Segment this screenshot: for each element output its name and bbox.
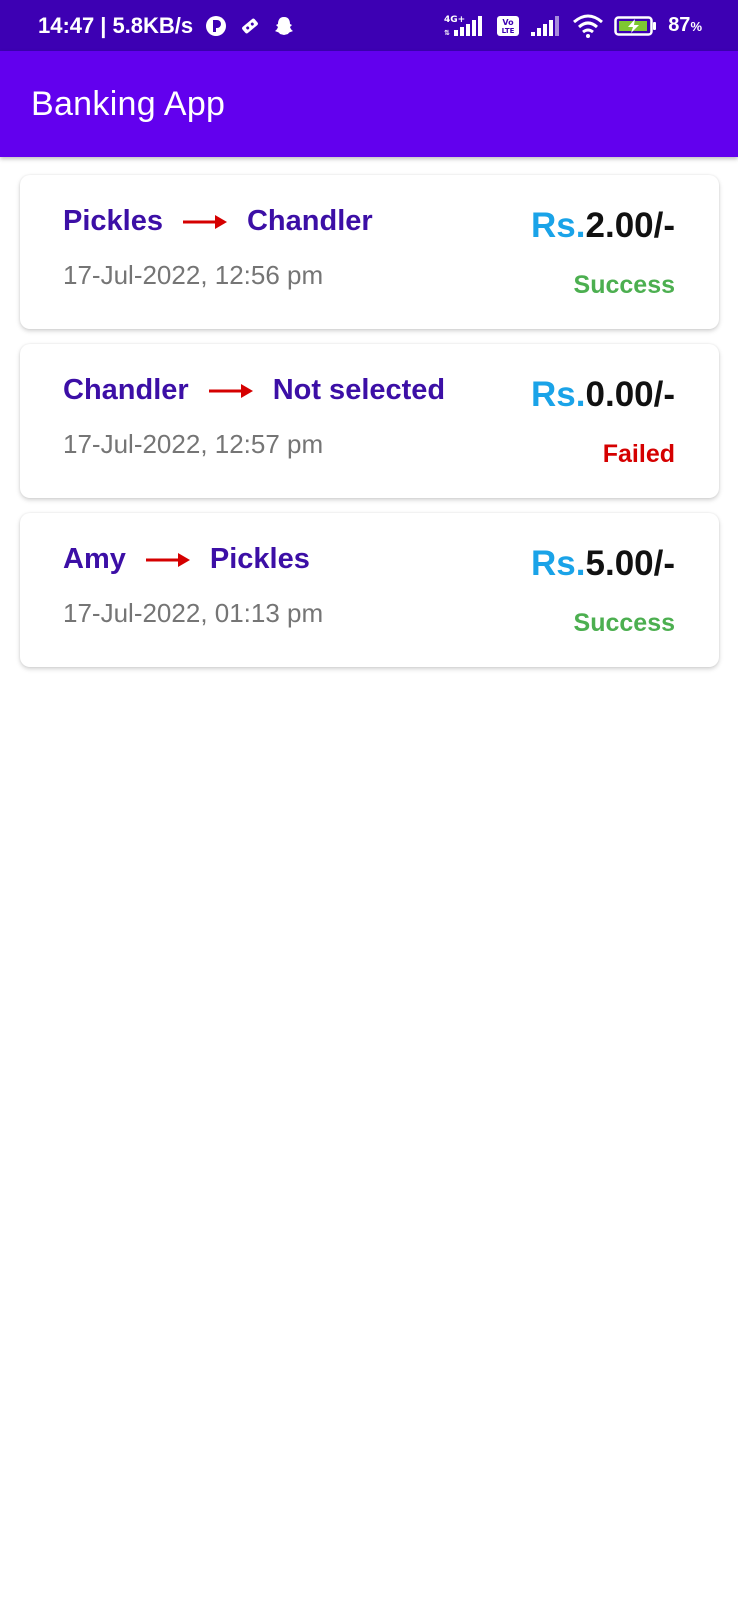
amount-value: 5.00/- <box>585 544 676 583</box>
transaction-amount: Rs.5.00/- <box>531 544 675 584</box>
net-speed: 5.8KB/s <box>112 12 194 38</box>
arrow-right-icon <box>145 552 190 567</box>
status-bar: 14:47 | 5.8KB/s 4G+ ⇅ Vo LTE 87% <box>0 0 738 51</box>
wifi-icon <box>572 14 604 38</box>
receiver-name: Chandler <box>246 205 373 237</box>
svg-text:Vo: Vo <box>503 18 515 27</box>
status-separator: | <box>100 12 107 38</box>
sender-name: Pickles <box>63 205 163 237</box>
signal-icon <box>530 15 562 37</box>
arrow-right-icon <box>208 383 253 398</box>
transaction-date: 17-Jul-2022, 01:13 pm <box>63 598 324 628</box>
amount-value: 0.00/- <box>585 375 676 414</box>
transaction-date: 17-Jul-2022, 12:57 pm <box>63 429 324 459</box>
sender-name: Chandler <box>63 374 189 406</box>
arrow-right-icon <box>182 214 227 229</box>
currency-label: Rs. <box>531 544 586 583</box>
puzzle-icon <box>239 15 261 37</box>
battery-charging-icon <box>614 15 658 37</box>
sender-name: Amy <box>63 543 126 575</box>
transaction-card[interactable]: Amy Pickles 17-Jul-2022, 01:13 pm Rs.5.0… <box>20 513 719 667</box>
volte-icon: Vo LTE <box>496 15 520 37</box>
transfer-parties: Chandler Not selected <box>63 374 445 407</box>
svg-text:⇅: ⇅ <box>444 29 450 37</box>
transfer-parties: Pickles Chandler <box>63 205 373 238</box>
data-saver-icon <box>205 15 227 37</box>
svg-text:4G+: 4G+ <box>444 15 465 25</box>
transaction-amount: Rs.2.00/- <box>531 206 675 246</box>
status-left: 14:47 | 5.8KB/s <box>38 13 295 39</box>
receiver-name: Not selected <box>272 374 446 406</box>
svg-text:LTE: LTE <box>502 27 515 35</box>
transaction-card[interactable]: Pickles Chandler 17-Jul-2022, 12:56 pm R… <box>20 175 719 329</box>
status-badge: Success <box>573 271 675 299</box>
transaction-amount: Rs.0.00/- <box>531 375 675 415</box>
currency-label: Rs. <box>531 375 586 414</box>
app-title: Banking App <box>31 84 226 123</box>
app-bar: Banking App <box>0 51 738 157</box>
clock: 14:47 <box>38 12 95 38</box>
snapchat-ghost-icon <box>273 15 295 37</box>
battery-level: 87% <box>668 14 702 36</box>
transfer-parties: Amy Pickles <box>63 543 310 576</box>
status-badge: Failed <box>602 440 675 468</box>
signal-4g-icon: 4G+ ⇅ <box>444 14 486 38</box>
status-badge: Success <box>573 609 675 637</box>
transaction-date: 17-Jul-2022, 12:56 pm <box>63 260 324 290</box>
currency-label: Rs. <box>531 206 586 245</box>
amount-value: 2.00/- <box>585 206 676 245</box>
transaction-card[interactable]: Chandler Not selected 17-Jul-2022, 12:57… <box>20 344 719 498</box>
receiver-name: Pickles <box>209 543 310 575</box>
status-right: 4G+ ⇅ Vo LTE 87% <box>444 14 702 38</box>
